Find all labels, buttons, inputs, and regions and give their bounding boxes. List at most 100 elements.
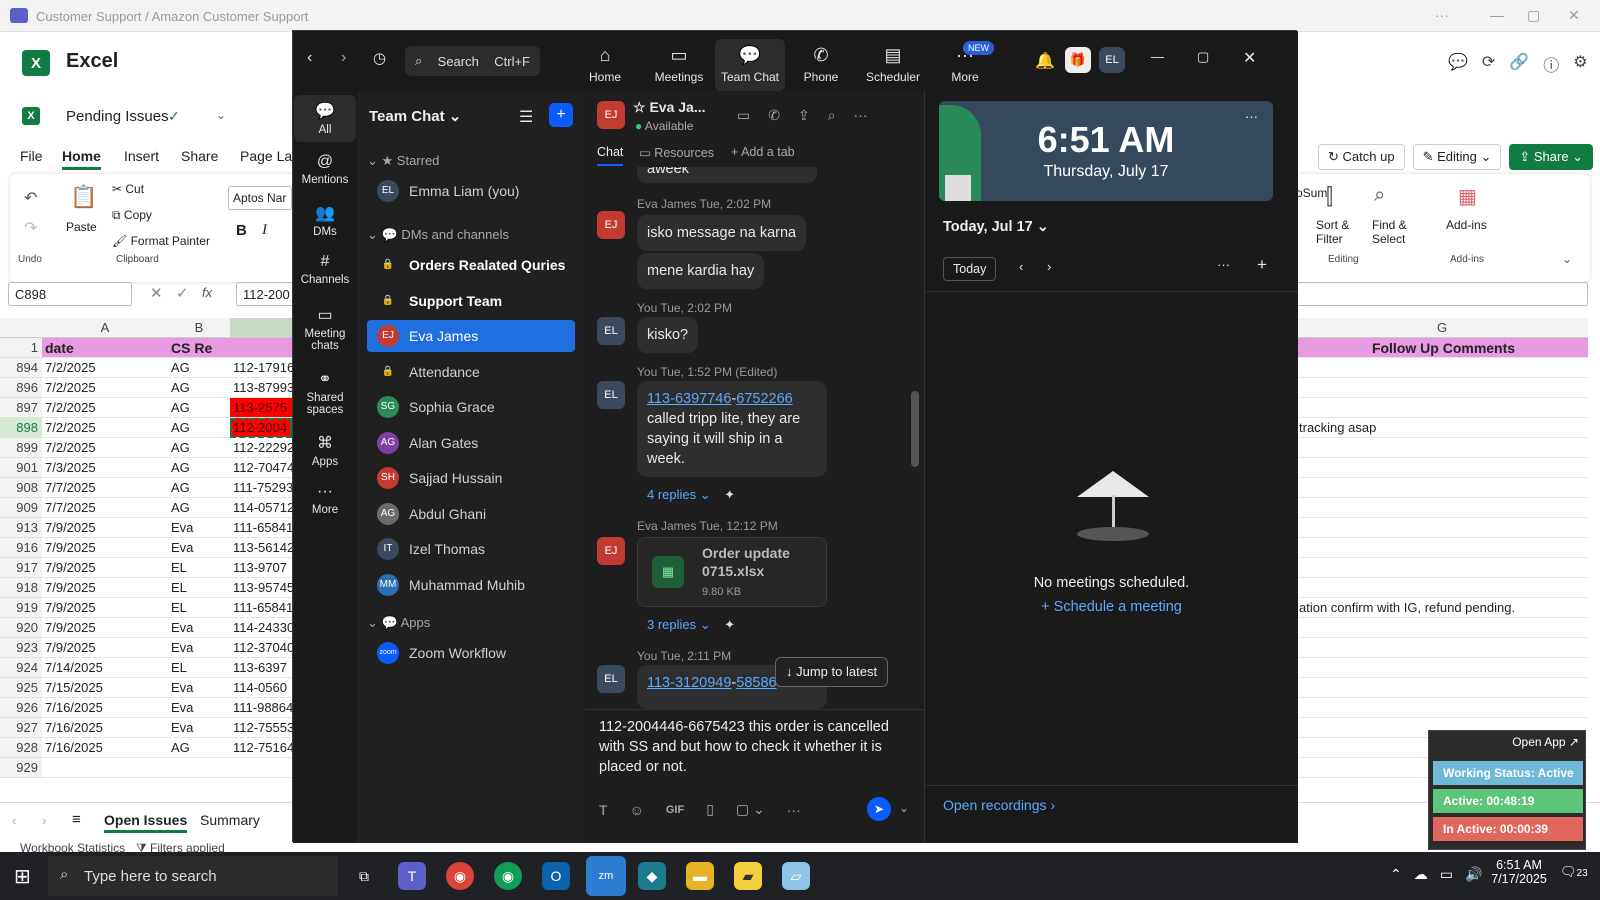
gift-icon[interactable]: 🎁 xyxy=(1065,47,1091,73)
close-button[interactable]: ✕ xyxy=(1243,48,1256,68)
cell-date[interactable]: 7/2/2025 xyxy=(42,358,168,378)
cell-date[interactable]: 7/16/2025 xyxy=(42,738,168,758)
channel-item[interactable]: IT Izel Thomas xyxy=(367,533,575,565)
autosum-button[interactable]: oSum xyxy=(1296,186,1327,200)
tab-insert[interactable]: Insert xyxy=(124,148,159,164)
teams-minimize-button[interactable]: — xyxy=(1490,7,1504,23)
notifications-icon[interactable]: 🗨23 xyxy=(1560,864,1588,880)
cell-date[interactable]: 7/7/2025 xyxy=(42,498,168,518)
cell-order[interactable]: 113-6397 xyxy=(230,658,292,678)
cell-cs-rep[interactable]: AG xyxy=(168,398,230,418)
message-avatar[interactable]: EL xyxy=(597,317,625,345)
row-number[interactable]: 924 xyxy=(0,658,42,678)
channel-item[interactable]: 🔒 Attendance xyxy=(367,356,575,388)
screenshot-icon[interactable]: ▢ ⌄ xyxy=(736,801,765,818)
starred-section[interactable]: ⌄ ★ Starred xyxy=(367,153,439,169)
cell-date[interactable] xyxy=(42,758,168,778)
rail-more[interactable]: ··· More xyxy=(294,483,356,516)
open-app-link[interactable]: Open App ↗ xyxy=(1512,735,1579,749)
order-link[interactable]: 58586 xyxy=(736,675,776,691)
next-sheet-icon[interactable]: › xyxy=(42,813,46,828)
maximize-button[interactable]: ▢ xyxy=(1197,49,1209,65)
cell-follow-up[interactable]: ation confirm with IG, refund pending. xyxy=(1296,598,1588,618)
channel-item[interactable]: SH Sajjad Hussain xyxy=(367,462,575,494)
team-chat-title[interactable]: Team Chat ⌄ xyxy=(369,107,461,125)
column-header-c[interactable] xyxy=(230,318,292,338)
format-painter-button[interactable]: 🖌 Format Painter xyxy=(112,234,210,248)
tab-chat[interactable]: Chat xyxy=(597,145,624,166)
cell-follow-up[interactable]: tracking asap xyxy=(1296,418,1588,438)
row-number[interactable]: 926 xyxy=(0,698,42,718)
task-view-icon[interactable]: ⧉ xyxy=(350,862,378,890)
channel-item[interactable]: EJ Eva James xyxy=(367,320,575,352)
header-cell-follow-up[interactable]: Follow Up Comments xyxy=(1296,338,1588,358)
cell-order[interactable]: 111-98864 xyxy=(230,698,292,718)
channel-item[interactable]: AG Alan Gates xyxy=(367,427,575,459)
cell-date[interactable]: 7/9/2025 xyxy=(42,618,168,638)
cell-cs-rep[interactable]: EL xyxy=(168,558,230,578)
row-number[interactable]: 1 xyxy=(0,338,42,358)
cell-follow-up[interactable] xyxy=(1296,478,1588,498)
replies-link[interactable]: 4 replies ⌄ ✦ xyxy=(647,487,735,503)
info-icon[interactable]: ⓘ xyxy=(1543,52,1559,76)
tab-resources[interactable]: ▭ Resources xyxy=(639,145,714,160)
taskbar-search[interactable]: ⌕ Type here to search xyxy=(48,856,338,896)
minimize-button[interactable]: — xyxy=(1151,49,1164,64)
header-cell-c[interactable] xyxy=(230,338,292,358)
cell-cs-rep[interactable]: Eva xyxy=(168,678,230,698)
add-tab-button[interactable]: + Add a tab xyxy=(731,145,795,159)
format-text-icon[interactable]: T xyxy=(599,802,608,818)
row-number[interactable]: 916 xyxy=(0,538,42,558)
row-number[interactable]: 898 xyxy=(0,418,42,438)
nav-scheduler[interactable]: ▤ Scheduler xyxy=(863,45,923,84)
row-number[interactable]: 925 xyxy=(0,678,42,698)
nav-team-chat[interactable]: 💬 Team Chat xyxy=(715,39,785,91)
cell-follow-up[interactable] xyxy=(1296,698,1588,718)
channel-item[interactable]: zoom Zoom Workflow xyxy=(367,637,575,669)
cell-date[interactable]: 7/9/2025 xyxy=(42,538,168,558)
message-avatar[interactable]: EL xyxy=(597,381,625,409)
volume-icon[interactable]: 🔊 xyxy=(1465,866,1482,883)
redo-icon[interactable]: ↷ xyxy=(24,218,37,238)
row-number[interactable]: 923 xyxy=(0,638,42,658)
forward-arrow-icon[interactable]: › xyxy=(341,49,346,67)
rail-shared-spaces[interactable]: ⚭ Shared spaces xyxy=(294,369,356,416)
send-options-icon[interactable]: ⌄ xyxy=(899,801,909,815)
onedrive-icon[interactable]: ☁ xyxy=(1414,866,1428,883)
cell-order[interactable]: 114-24330 xyxy=(230,618,292,638)
cell-date[interactable]: 7/16/2025 xyxy=(42,698,168,718)
cell-order[interactable]: 112-75164 xyxy=(230,738,292,758)
teams-more-icon[interactable]: ··· xyxy=(1435,7,1449,23)
channel-item[interactable]: SG Sophia Grace xyxy=(367,391,575,423)
column-header-b[interactable]: B xyxy=(168,318,230,338)
cell-order[interactable]: 113-56142 xyxy=(230,538,292,558)
refresh-icon[interactable]: ⟳ xyxy=(1482,52,1495,76)
message-avatar[interactable]: EL xyxy=(597,665,625,693)
cell-cs-rep[interactable]: Eva xyxy=(168,698,230,718)
rail-all[interactable]: 💬 All xyxy=(294,95,356,142)
cell-date[interactable]: 7/2/2025 xyxy=(42,378,168,398)
row-number[interactable]: 918 xyxy=(0,578,42,598)
row-number[interactable]: 901 xyxy=(0,458,42,478)
cell-date[interactable]: 7/15/2025 xyxy=(42,678,168,698)
cell-follow-up[interactable] xyxy=(1296,618,1588,638)
jump-to-latest-button[interactable]: ↓ Jump to latest xyxy=(775,657,889,687)
teams-icon[interactable]: T xyxy=(398,862,426,890)
cell-date[interactable]: 7/16/2025 xyxy=(42,718,168,738)
message-avatar[interactable]: EJ xyxy=(597,211,625,239)
channel-item[interactable]: MM Muhammad Muhib xyxy=(367,569,575,601)
cell-cs-rep[interactable]: EL xyxy=(168,658,230,678)
cell-cs-rep[interactable]: Eva xyxy=(168,518,230,538)
tab-page-layout[interactable]: Page Lay xyxy=(240,148,299,164)
cell-cs-rep[interactable]: Eva xyxy=(168,618,230,638)
rail-mentions[interactable]: @ Mentions xyxy=(294,153,356,186)
find-select-button[interactable]: Find & Select xyxy=(1372,218,1422,246)
cell-date[interactable]: 7/7/2025 xyxy=(42,478,168,498)
back-arrow-icon[interactable]: ‹ xyxy=(307,49,312,67)
cell-cs-rep[interactable]: Eva xyxy=(168,538,230,558)
row-number[interactable]: 909 xyxy=(0,498,42,518)
cell-cs-rep[interactable]: EL xyxy=(168,578,230,598)
cell-order[interactable]: 111-75293 xyxy=(230,478,292,498)
cell-cs-rep[interactable] xyxy=(168,758,230,778)
cell-order[interactable] xyxy=(230,758,292,778)
